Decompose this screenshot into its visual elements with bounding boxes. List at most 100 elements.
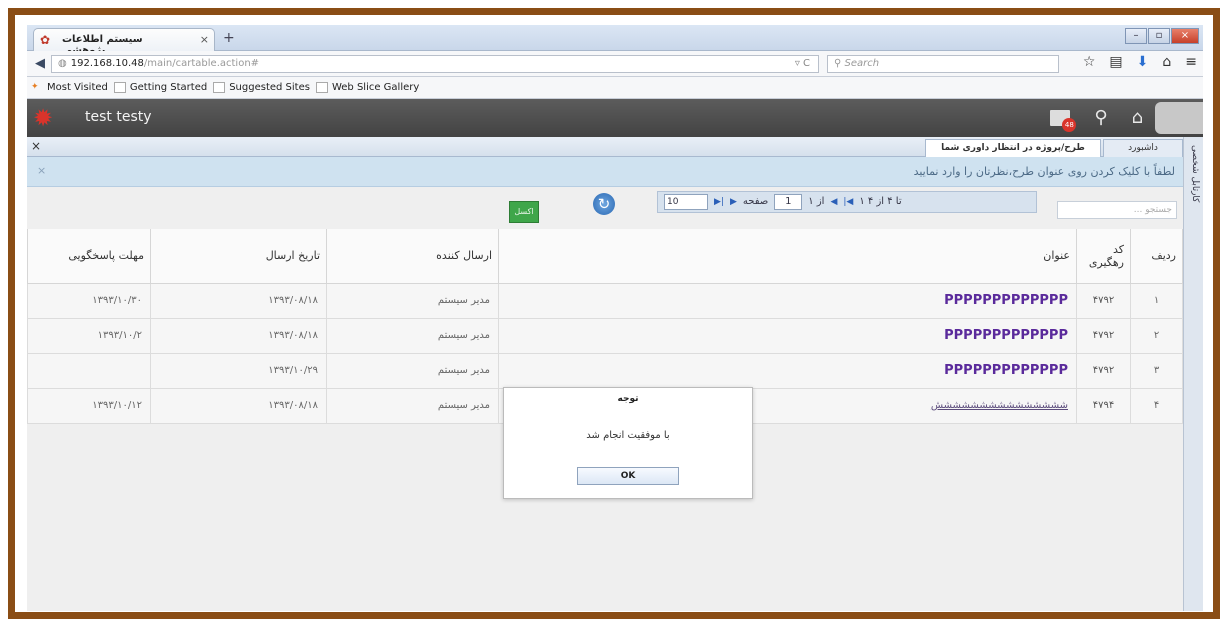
cell-sent-date: ۱۳۹۳/۰۸/۱۸ [150, 317, 327, 354]
refresh-icon[interactable]: ↻ [593, 193, 615, 215]
last-page-icon[interactable]: ▶| [714, 192, 724, 212]
close-tab-icon[interactable]: × [200, 33, 209, 46]
ok-button[interactable]: OK [577, 467, 679, 485]
page-label: صفحه [742, 196, 769, 207]
cell-tracking-code: ۴۷۹۴ [1076, 387, 1131, 424]
mail-icon[interactable]: 48 [1050, 109, 1077, 132]
page-number-input[interactable]: 1 [774, 194, 803, 210]
minimize-icon[interactable]: – [1125, 28, 1147, 44]
side-tab-label: کارتابل شخصی [1190, 145, 1200, 203]
prev-page-icon[interactable]: ◀ [830, 192, 837, 212]
cell-tracking-code: ۴۷۹۲ [1076, 317, 1131, 354]
cell-title-link[interactable]: PPPPPPPPPPPPP [498, 317, 1077, 354]
page-icon [315, 82, 328, 93]
cell-row-number: ۲ [1130, 317, 1183, 354]
mail-badge: 48 [1062, 117, 1077, 132]
dialog-title: توجه [617, 394, 639, 404]
url-path: /main/cartable.action# [143, 58, 260, 69]
page-icon [113, 82, 126, 93]
app-header-icons: 48 ⚲ ⌂ [1050, 107, 1143, 132]
cell-tracking-code: ۴۷۹۲ [1076, 282, 1131, 319]
bookmark-label: Getting Started [129, 82, 208, 93]
cell-sent-date: ۱۳۹۳/۱۰/۲۹ [150, 352, 327, 389]
cell-deadline: ۱۳۹۳/۱۰/۲ [27, 317, 151, 354]
main-content: × داشبورد طرح/پروژه در انتظار داوری شما … [27, 137, 1183, 611]
browser-search-input[interactable]: ⚲ Search [827, 55, 1059, 73]
menu-icon[interactable]: ≡ [1185, 54, 1197, 70]
col-header-sent-date[interactable]: تاریخ ارسال [150, 229, 327, 284]
page-size-select[interactable]: 10 [664, 194, 708, 210]
side-tab-personal-cartable[interactable]: کارتابل شخصی [1183, 137, 1203, 611]
search-icon[interactable]: ⚲ [1094, 107, 1107, 128]
username: test testy [85, 109, 152, 125]
dialog-message: با موفقیت انجام شد [586, 430, 670, 441]
cell-deadline [27, 352, 151, 389]
bookmark-getting-started[interactable]: Getting Started [113, 82, 208, 93]
cell-sent-date: ۱۳۹۳/۰۸/۱۸ [150, 387, 327, 424]
bookmark-suggested-sites[interactable]: Suggested Sites [213, 82, 310, 93]
first-page-icon[interactable]: |◀ [843, 192, 853, 212]
cell-sent-date: ۱۳۹۳/۰۸/۱۸ [150, 282, 327, 319]
maximize-icon[interactable]: ▫ [1148, 28, 1170, 44]
bookmark-label: Web Slice Gallery [331, 82, 420, 93]
cell-title-link[interactable]: PPPPPPPPPPPPP [498, 282, 1077, 319]
cell-row-number: ۴ [1130, 387, 1183, 424]
browser-tab[interactable]: ✿ سیستم اطلاعات پژوهشی × [33, 28, 215, 56]
col-header-title[interactable]: عنوان [498, 229, 1077, 284]
url-host: 192.168.10.48 [70, 58, 144, 69]
download-icon[interactable]: ⬇ [1137, 54, 1149, 70]
table-row[interactable]: ۳ ۴۷۹۲ PPPPPPPPPPPPP مدیر سیستم ۱۳۹۳/۱۰/… [27, 352, 1183, 389]
close-panel-icon[interactable]: × [31, 139, 41, 153]
browser-window: ✿ سیستم اطلاعات پژوهشی × + – ▫ × ◀ ◍192.… [27, 25, 1203, 611]
tab-dashboard[interactable]: داشبورد [1103, 139, 1183, 157]
cell-row-number: ۳ [1130, 352, 1183, 389]
bookmark-label: Most Visited [47, 82, 108, 93]
avatar[interactable] [1155, 102, 1203, 134]
home-icon[interactable]: ⌂ [1162, 54, 1171, 70]
next-page-icon[interactable]: ▶ [730, 192, 737, 212]
col-header-deadline[interactable]: مهلت پاسخگویی [27, 229, 151, 284]
notice-text: لطفاً با کلیک کردن روی عنوان طرح،نظرتان … [913, 165, 1175, 178]
magnifier-icon: ⚲ [834, 58, 845, 69]
page-icon [213, 82, 226, 93]
cell-title-link[interactable]: PPPPPPPPPPPPP [498, 352, 1077, 389]
col-header-tracking-code[interactable]: کد رهگیری [1076, 229, 1131, 284]
grid-toolbar: جستجو ... 10 ▶| ▶ صفحه 1 از ۱ ◀ |◀ ۱ تا … [27, 187, 1183, 229]
cell-deadline: ۱۳۹۳/۱۰/۳۰ [27, 282, 151, 319]
window-controls: – ▫ × [1125, 28, 1199, 44]
screenshot-frame: ✿ سیستم اطلاعات پژوهشی × + – ▫ × ◀ ◍192.… [8, 8, 1220, 619]
globe-icon: ◍ [58, 58, 67, 69]
grid-search-input[interactable]: جستجو ... [1057, 201, 1177, 219]
browser-tabbar: ✿ سیستم اطلاعات پژوهشی × + – ▫ × [27, 25, 1203, 56]
cell-deadline: ۱۳۹۳/۱۰/۱۲ [27, 387, 151, 424]
table-row[interactable]: ۲ ۴۷۹۲ PPPPPPPPPPPPP مدیر سیستم ۱۳۹۳/۰۸/… [27, 317, 1183, 354]
window-close-icon[interactable]: × [1171, 28, 1199, 44]
navigation-bar: ◀ ◍ 192.168.10.48/main/cartable.action# ▿… [27, 51, 1203, 77]
cell-sender: مدیر سیستم [326, 282, 499, 319]
bookmark-most-visited[interactable]: ✦ Most Visited [31, 82, 108, 93]
pager: 10 ▶| ▶ صفحه 1 از ۱ ◀ |◀ ۱ تا ۴ از ۴ [657, 191, 1037, 213]
notice-close-icon[interactable]: × [37, 164, 46, 177]
excel-export-button[interactable]: اکسل [509, 201, 539, 223]
back-arrow-icon[interactable]: ◀ [31, 55, 49, 73]
notice-banner: × لطفاً با کلیک کردن روی عنوان طرح،نظرتا… [27, 157, 1183, 187]
reload-icon[interactable]: ▿ C [795, 56, 810, 72]
browser-toolbar-icons: ☆ ▤ ⬇ ⌂ ≡ [1083, 54, 1197, 70]
page-of-label: از ۱ [808, 196, 825, 207]
bookmark-star-icon[interactable]: ☆ [1083, 54, 1096, 70]
browser-search-placeholder: Search [844, 58, 880, 69]
table-row[interactable]: ۱ ۴۷۹۲ PPPPPPPPPPPPP مدیر سیستم ۱۳۹۳/۰۸/… [27, 282, 1183, 319]
reading-list-icon[interactable]: ▤ [1109, 54, 1122, 70]
app-header: ✹ test testy 48 ⚲ ⌂ [27, 99, 1203, 137]
col-header-row-number[interactable]: ردیف [1130, 229, 1183, 284]
new-tab-icon[interactable]: + [223, 30, 235, 46]
address-bar[interactable]: ◍ 192.168.10.48/main/cartable.action# ▿ C [51, 55, 819, 73]
panel-tabs: × داشبورد طرح/پروژه در انتظار داوری شما [27, 137, 1183, 157]
tab-pending-review[interactable]: طرح/پروژه در انتظار داوری شما [925, 139, 1101, 157]
bookmark-web-slice-gallery[interactable]: Web Slice Gallery [315, 82, 420, 93]
table-header-row: ردیف کد رهگیری عنوان ارسال کننده تاریخ ا… [27, 229, 1183, 284]
cell-sender: مدیر سیستم [326, 387, 499, 424]
home-icon[interactable]: ⌂ [1132, 107, 1143, 128]
cell-row-number: ۱ [1130, 282, 1183, 319]
col-header-sender[interactable]: ارسال کننده [326, 229, 499, 284]
